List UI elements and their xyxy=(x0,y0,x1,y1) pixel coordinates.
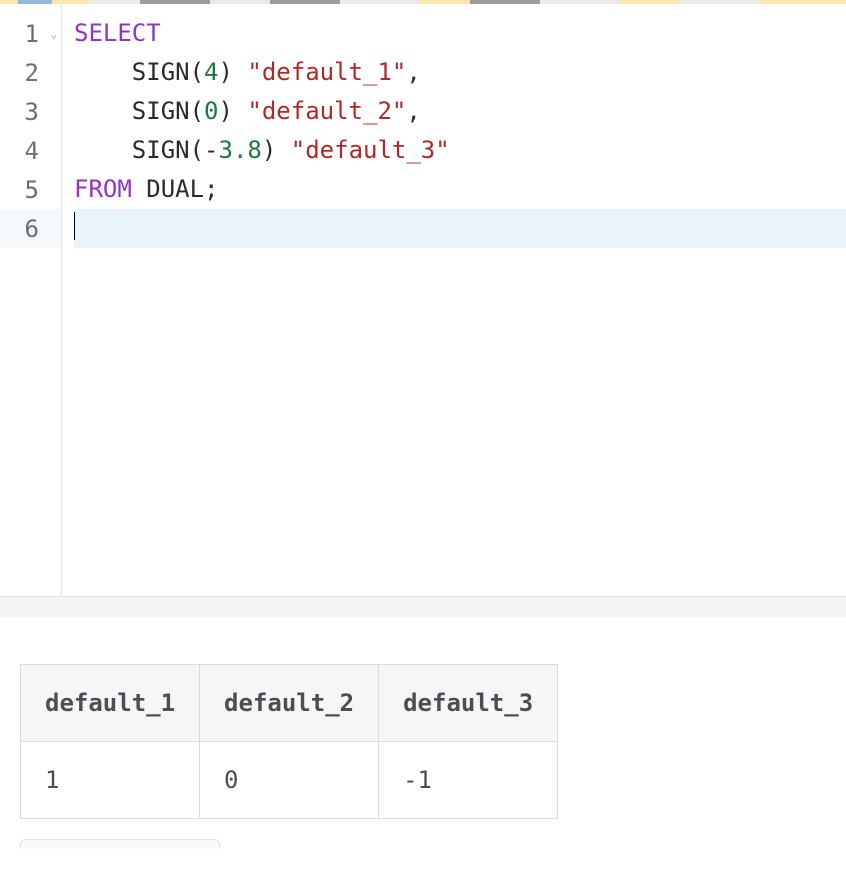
pane-divider[interactable] xyxy=(0,596,846,618)
line-number-text: 5 xyxy=(25,176,39,204)
line-number-gutter: 1 ⌄ 2 3 4 5 6 xyxy=(0,4,62,596)
string-alias: "default_1" xyxy=(247,58,406,86)
keyword-from: FROM xyxy=(74,175,132,203)
line-number-text: 3 xyxy=(25,98,39,126)
line-number: 5 xyxy=(0,170,61,209)
code-line[interactable]: FROM DUAL; xyxy=(74,170,846,209)
line-number-text: 2 xyxy=(25,59,39,87)
num-literal: 3.8 xyxy=(219,136,262,164)
chevron-down-icon[interactable]: ⌄ xyxy=(50,28,57,39)
results-table: default_1 default_2 default_3 1 0 -1 xyxy=(20,664,558,819)
text-cursor xyxy=(74,212,75,240)
table-header-row: default_1 default_2 default_3 xyxy=(21,665,558,742)
code-line[interactable]: SIGN(-3.8) "default_3" xyxy=(74,131,846,170)
results-panel: default_1 default_2 default_3 1 0 -1 xyxy=(0,618,846,819)
fn-sign: SIGN xyxy=(132,58,190,86)
line-number: 6 xyxy=(0,209,61,248)
string-alias: "default_2" xyxy=(247,97,406,125)
semicolon: ; xyxy=(204,175,218,203)
string-alias: "default_3" xyxy=(291,136,450,164)
line-number-text: 1 xyxy=(25,20,39,48)
line-number-text: 4 xyxy=(25,137,39,165)
code-line[interactable]: SIGN(4) "default_1", xyxy=(74,53,846,92)
truncated-button[interactable] xyxy=(20,839,220,849)
column-header[interactable]: default_1 xyxy=(21,665,200,742)
code-line-active[interactable] xyxy=(74,209,846,248)
sql-editor: 1 ⌄ 2 3 4 5 6 SELECT SIGN(4) "default_1"… xyxy=(0,4,846,596)
line-number: 4 xyxy=(0,131,61,170)
cell[interactable]: 1 xyxy=(21,742,200,819)
fn-sign: SIGN xyxy=(132,136,190,164)
num-literal: 4 xyxy=(204,58,218,86)
code-line[interactable]: SIGN(0) "default_2", xyxy=(74,92,846,131)
num-literal: 0 xyxy=(204,97,218,125)
column-header[interactable]: default_3 xyxy=(379,665,558,742)
fn-sign: SIGN xyxy=(132,97,190,125)
line-number: 2 xyxy=(0,53,61,92)
line-number: 3 xyxy=(0,92,61,131)
cell[interactable]: 0 xyxy=(200,742,379,819)
column-header[interactable]: default_2 xyxy=(200,665,379,742)
neg-sign: - xyxy=(204,136,218,164)
table-row: 1 0 -1 xyxy=(21,742,558,819)
line-number-text: 6 xyxy=(25,215,39,243)
cell[interactable]: -1 xyxy=(379,742,558,819)
line-number: 1 ⌄ xyxy=(0,14,61,53)
table-dual: DUAL xyxy=(146,175,204,203)
code-line[interactable]: SELECT xyxy=(74,14,846,53)
keyword-select: SELECT xyxy=(74,19,161,47)
code-area[interactable]: SELECT SIGN(4) "default_1", SIGN(0) "def… xyxy=(62,4,846,596)
